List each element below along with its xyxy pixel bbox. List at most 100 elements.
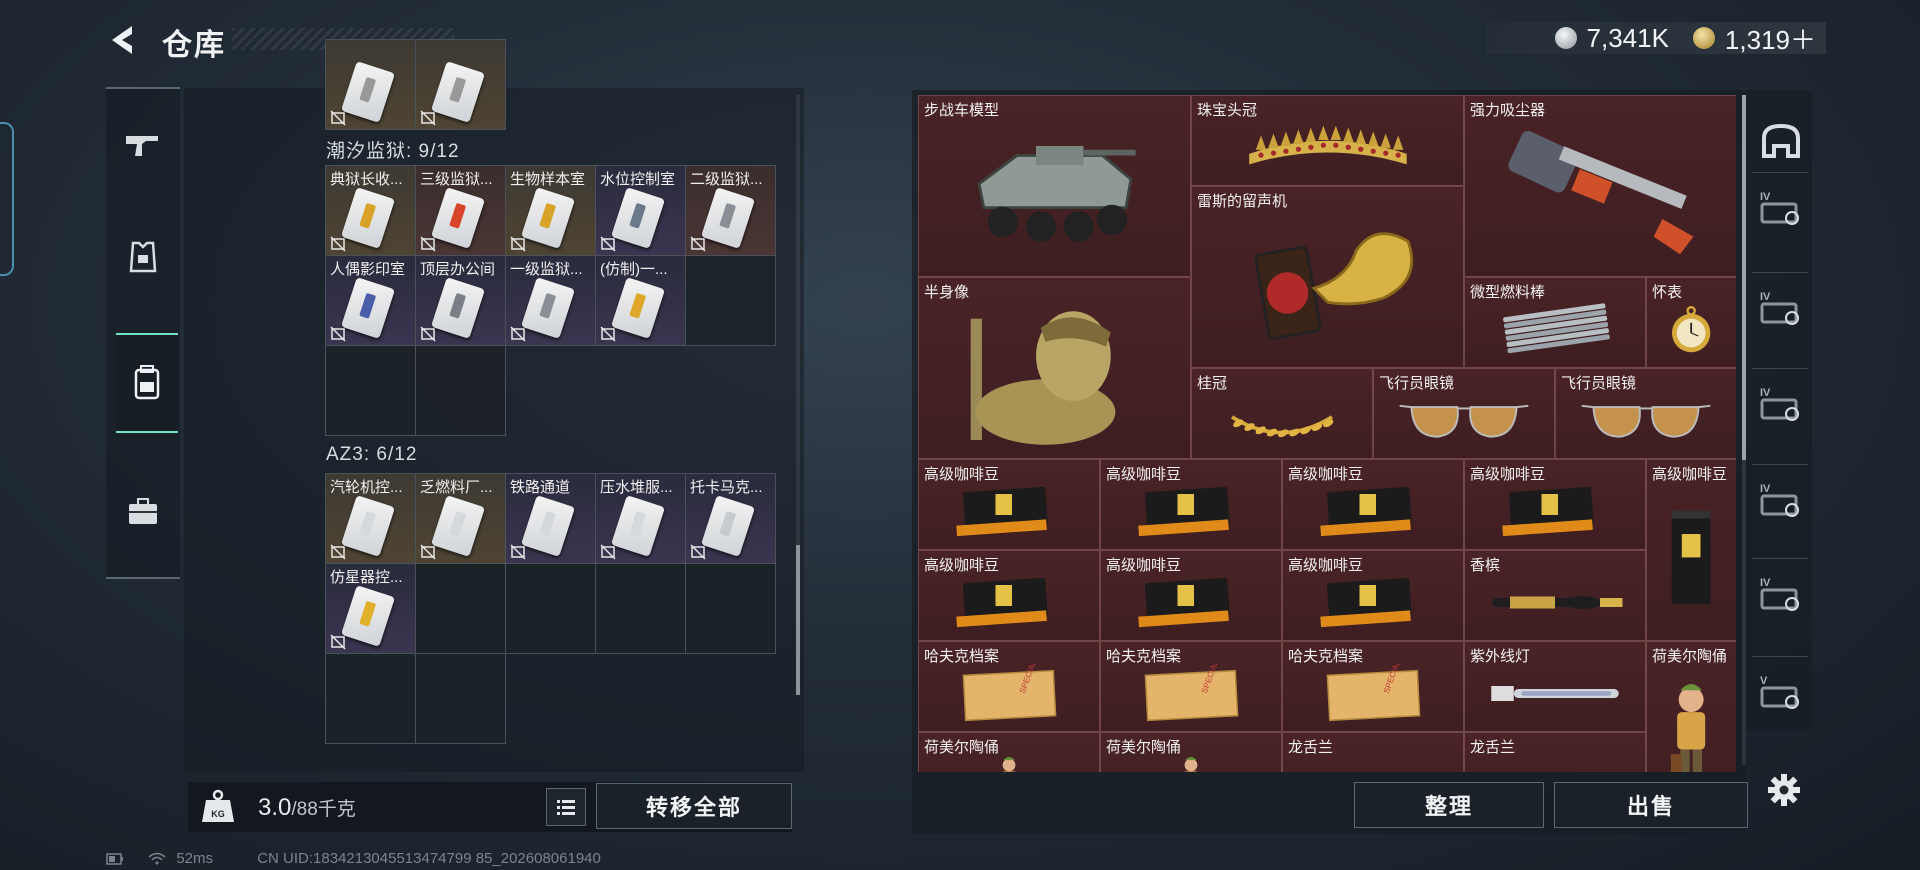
empty-key-slot[interactable] <box>505 563 596 654</box>
stash-item[interactable]: 高级咖啡豆 <box>1282 550 1464 641</box>
key-cell[interactable] <box>325 39 416 130</box>
key-cell[interactable]: (仿制)一... <box>595 255 686 346</box>
stash-item-name: 飞行员眼镜 <box>1379 375 1455 392</box>
empty-key-slot[interactable] <box>595 563 686 654</box>
helmet-case-icon[interactable] <box>1758 122 1804 162</box>
list-view-button[interactable] <box>546 788 586 826</box>
stash-item-name: 高级咖啡豆 <box>1288 466 1364 483</box>
stash-item[interactable]: 龙舌兰 <box>1464 732 1646 772</box>
stash-item-name: 高级咖啡豆 <box>924 557 1000 574</box>
stash-item[interactable]: 微型燃料棒 <box>1464 277 1646 368</box>
key-cell[interactable]: 典狱长收... <box>325 165 416 256</box>
stash-item[interactable]: 龙舌兰 <box>1282 732 1464 772</box>
key-cell[interactable]: 仿星器控... <box>325 563 416 654</box>
svg-text:IV: IV <box>1760 191 1771 203</box>
stash-item[interactable]: 雷斯的留声机 <box>1191 186 1464 368</box>
level4-armor-icon[interactable]: IV <box>1758 188 1804 228</box>
key-cell[interactable]: 乏燃料厂... <box>415 473 506 564</box>
empty-key-slot[interactable] <box>325 653 416 744</box>
stash-item-name: 哈夫克档案 <box>1106 648 1182 665</box>
nav-armor[interactable] <box>106 207 180 307</box>
key-cell[interactable]: 铁路通道 <box>505 473 596 564</box>
stash-item[interactable]: 怀表 <box>1646 277 1736 368</box>
svg-text:IV: IV <box>1760 577 1771 589</box>
empty-key-slot[interactable] <box>325 345 416 436</box>
key-cell[interactable] <box>415 39 506 130</box>
stash-item[interactable]: 高级咖啡豆 <box>918 459 1100 550</box>
stash-item[interactable]: 高级咖啡豆 <box>1282 459 1464 550</box>
key-cell[interactable]: 托卡马克... <box>685 473 776 564</box>
aviator-glasses-icon <box>1556 383 1736 458</box>
sort-button[interactable]: 整理 <box>1354 782 1544 828</box>
nav-weapons[interactable] <box>106 95 180 195</box>
stash-item[interactable]: SPECIAL 哈夫克档案 <box>1282 641 1464 732</box>
key-list-scroll-thumb[interactable] <box>796 545 800 695</box>
stash-item-name: 强力吸尘器 <box>1470 102 1546 119</box>
section-label-az3: AZ3: 6/12 <box>326 444 418 465</box>
no-insurance-icon <box>510 236 526 252</box>
stash-item[interactable]: 高级咖啡豆 <box>1646 459 1736 641</box>
stash-item[interactable]: 步战车模型 <box>918 95 1191 277</box>
stash-item[interactable]: SPECIAL 哈夫克档案 <box>1100 641 1282 732</box>
key-name: 水位控制室 <box>600 171 676 188</box>
bust-statue-icon <box>919 292 1190 458</box>
stash-item[interactable]: 高级咖啡豆 <box>1100 550 1282 641</box>
stash-item[interactable]: 荷美尔陶俑 <box>918 732 1100 772</box>
key-cell[interactable]: 顶层办公间 <box>415 255 506 346</box>
stash-item[interactable]: 荷美尔陶俑 <box>1100 732 1282 772</box>
key-card-icon <box>340 187 396 249</box>
section-label-tidal-prison: 潮汐监狱: 9/12 <box>326 141 460 162</box>
stash-item[interactable]: 高级咖啡豆 <box>1464 459 1646 550</box>
empty-key-slot[interactable] <box>415 345 506 436</box>
key-cell[interactable]: 生物样本室 <box>505 165 596 256</box>
level5-ammo-icon[interactable]: V <box>1758 672 1804 712</box>
svg-text:IV: IV <box>1760 483 1771 495</box>
back-arrow-icon[interactable] <box>104 20 144 60</box>
transfer-all-button[interactable]: 转移全部 <box>596 783 792 829</box>
nav-backpack[interactable] <box>116 333 178 433</box>
level4-ammo-icon[interactable]: IV <box>1758 574 1804 614</box>
key-name: 生物样本室 <box>510 171 586 188</box>
gold-currency-value[interactable]: 1,319＋ <box>1725 20 1816 57</box>
side-drawer-handle[interactable] <box>0 122 14 276</box>
empty-key-slot[interactable] <box>415 653 506 744</box>
stash-item[interactable]: 桂冠 <box>1191 368 1373 459</box>
list-icon <box>557 800 575 815</box>
stash-item[interactable]: 飞行员眼镜 <box>1555 368 1736 459</box>
level4-hand-icon[interactable]: IV <box>1758 480 1804 520</box>
stash-item[interactable]: 珠宝头冠 <box>1191 95 1464 186</box>
empty-key-slot[interactable] <box>415 563 506 654</box>
settings-gear-icon[interactable] <box>1766 772 1802 808</box>
empty-key-slot[interactable] <box>685 563 776 654</box>
sell-button[interactable]: 出售 <box>1554 782 1748 828</box>
key-cell[interactable]: 一级监狱... <box>505 255 596 346</box>
coffee-bag-icon <box>1465 474 1645 549</box>
nav-toolbox[interactable] <box>106 461 180 561</box>
stash-item[interactable]: SPECIAL 哈夫克档案 <box>918 641 1100 732</box>
coffee-bag-icon <box>1283 474 1463 549</box>
stash-item-name: 步战车模型 <box>924 102 1000 119</box>
key-cell[interactable]: 人偶影印室 <box>325 255 416 346</box>
no-insurance-icon <box>690 544 706 560</box>
level4-rig-icon[interactable]: IV <box>1758 288 1804 328</box>
stash-item[interactable]: 强力吸尘器 <box>1464 95 1736 277</box>
stash-item[interactable]: 高级咖啡豆 <box>1100 459 1282 550</box>
key-cell[interactable]: 二级监狱... <box>685 165 776 256</box>
key-cell[interactable]: 三级监狱... <box>415 165 506 256</box>
level4-gun-icon[interactable]: IV <box>1758 384 1804 424</box>
key-name: 铁路通道 <box>510 479 571 496</box>
stash-item[interactable]: 高级咖啡豆 <box>918 550 1100 641</box>
stash-item[interactable]: 荷美尔陶俑 <box>1646 641 1736 772</box>
stash-item[interactable]: 飞行员眼镜 <box>1373 368 1555 459</box>
stash-item[interactable]: 香槟 <box>1464 550 1646 641</box>
empty-key-slot[interactable] <box>685 255 776 346</box>
no-insurance-icon <box>420 326 436 342</box>
key-name: 典狱长收... <box>330 171 403 188</box>
stash-item[interactable]: 半身像 <box>918 277 1191 459</box>
stash-item-name: 高级咖啡豆 <box>1106 466 1182 483</box>
key-cell[interactable]: 水位控制室 <box>595 165 686 256</box>
key-cell[interactable]: 压水堆服... <box>595 473 686 564</box>
stash-item[interactable]: 紫外线灯 <box>1464 641 1646 732</box>
key-name: 乏燃料厂... <box>420 479 493 496</box>
key-cell[interactable]: 汽轮机控... <box>325 473 416 564</box>
